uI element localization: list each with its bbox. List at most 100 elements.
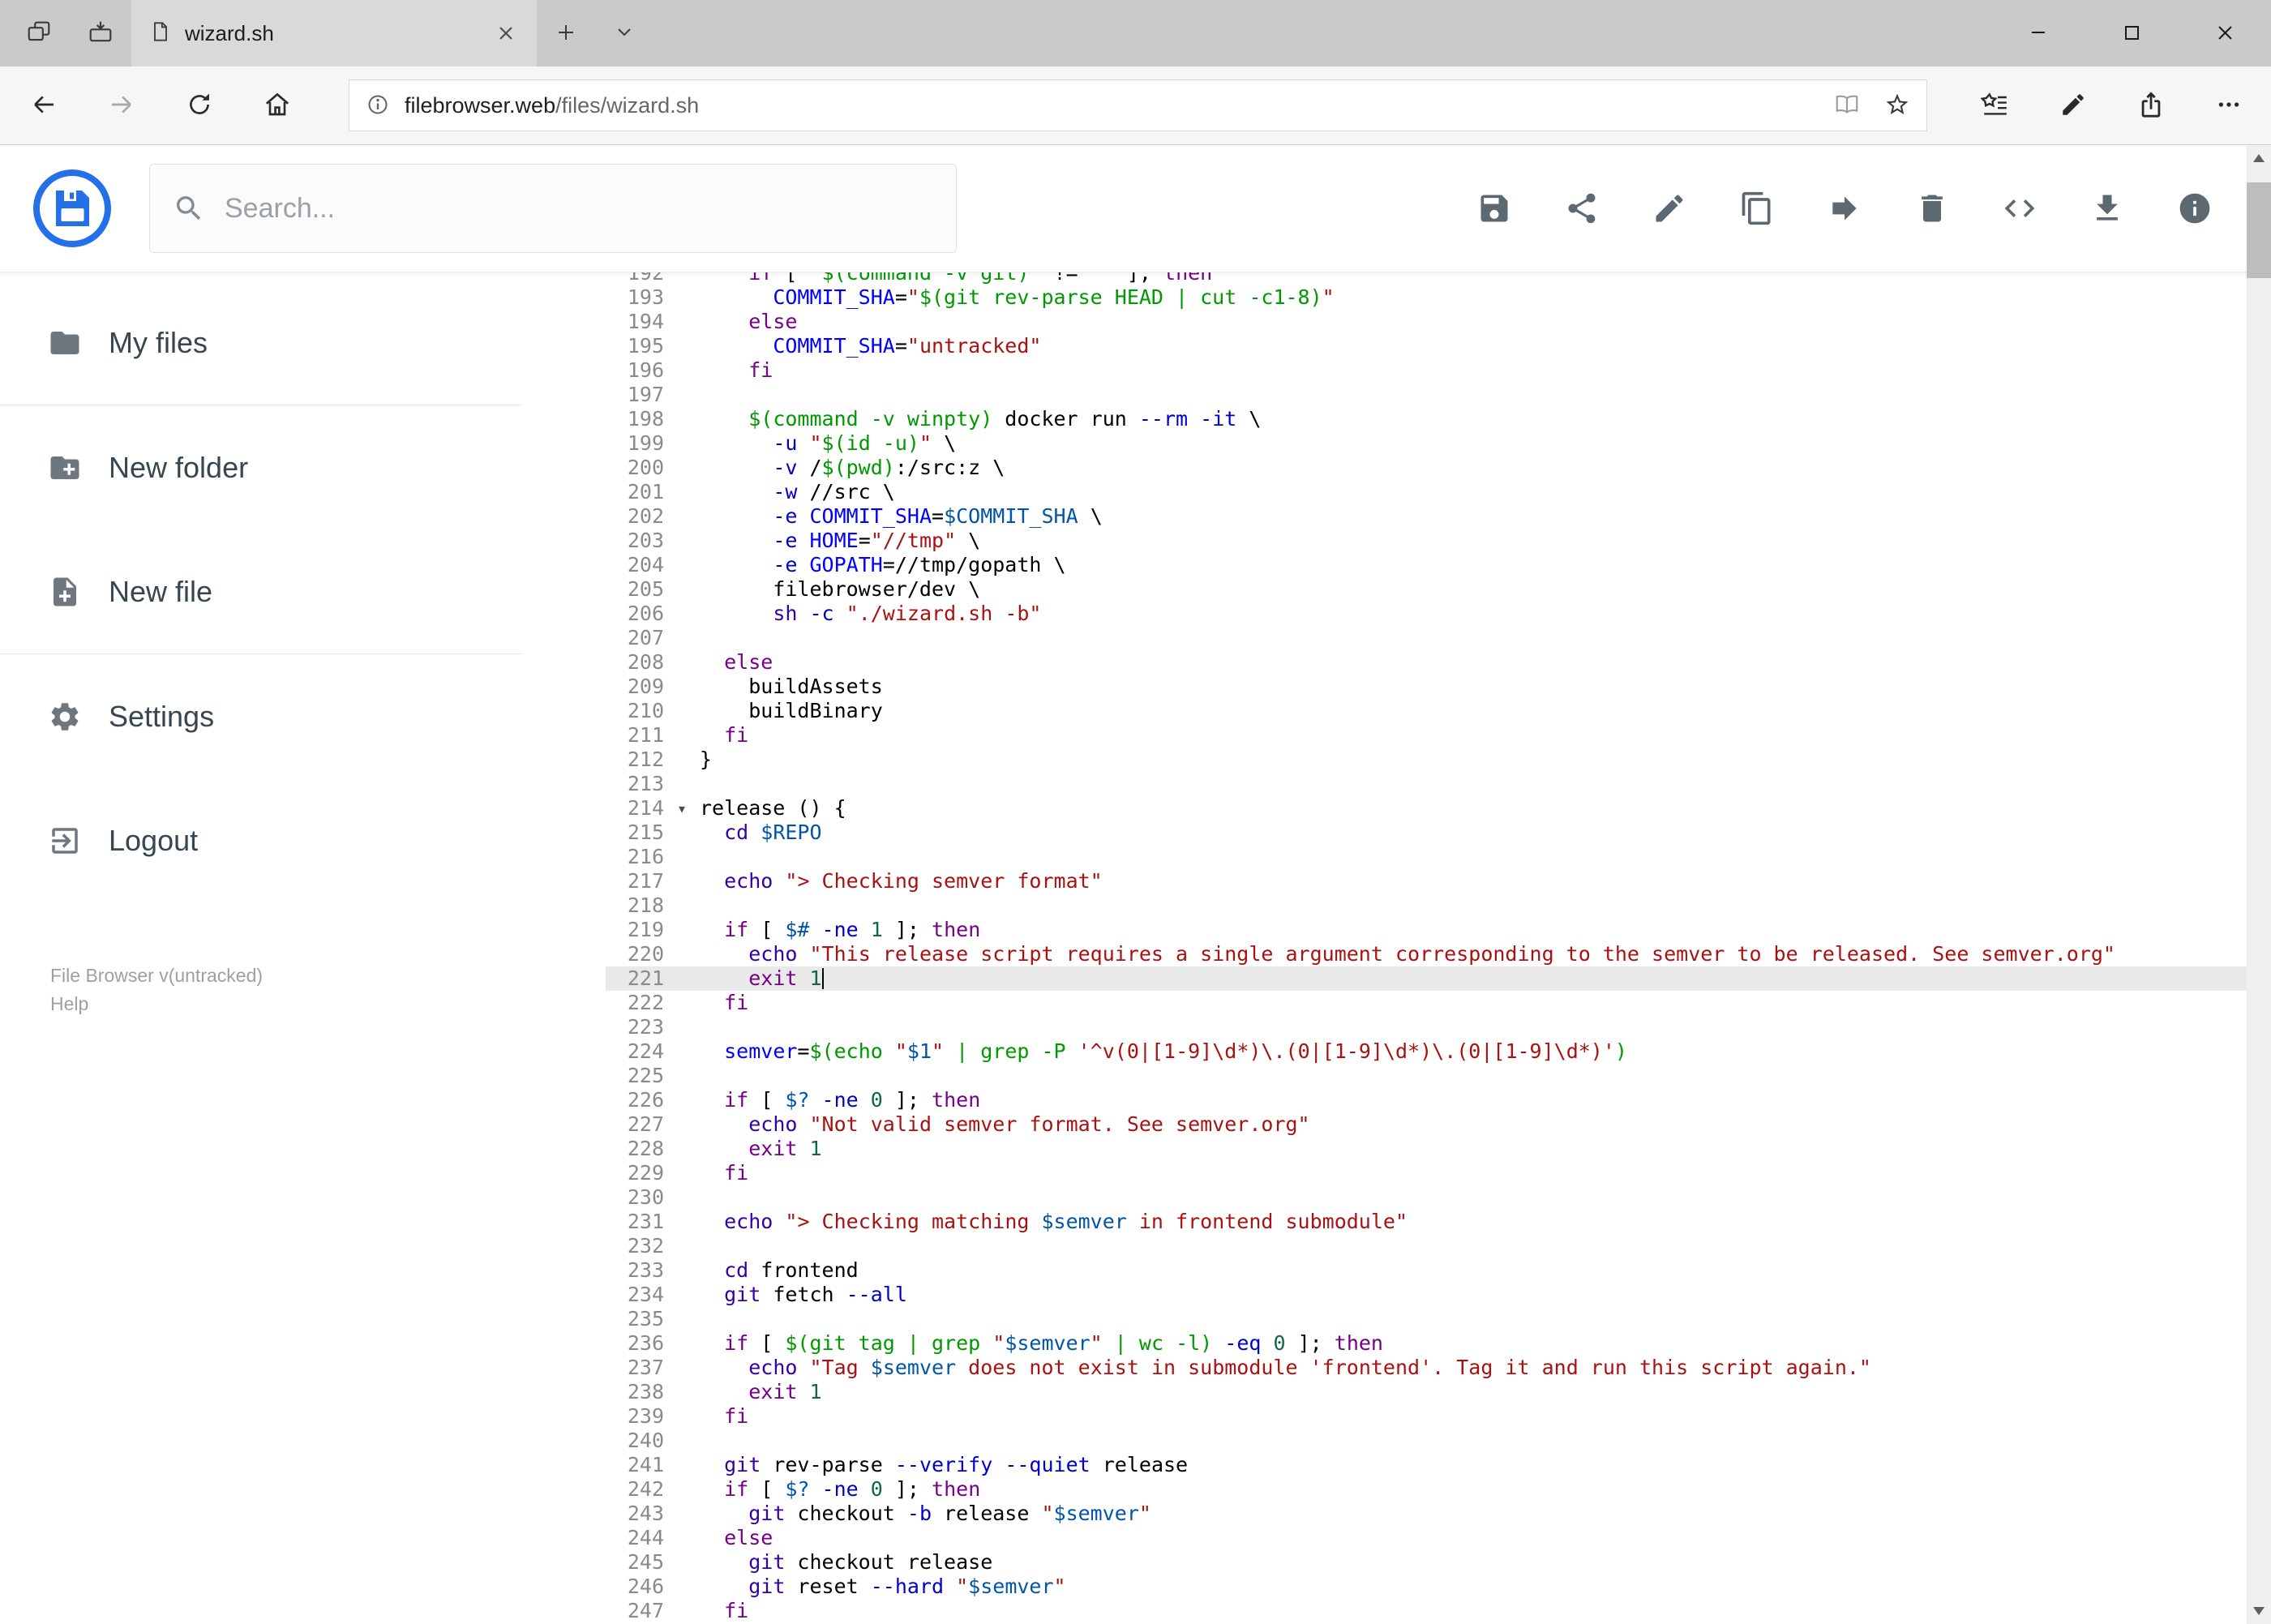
code-line[interactable]: 233 cd frontend <box>606 1258 2271 1283</box>
code-line[interactable]: 229 fi <box>606 1161 2271 1185</box>
sidebar-item-new-folder[interactable]: New folder <box>0 405 606 529</box>
tab-preview-toggle-button[interactable] <box>595 0 653 66</box>
code-line[interactable]: 212} <box>606 748 2271 772</box>
hub-button[interactable] <box>1956 66 2034 144</box>
code-line[interactable]: 219 if [ $# -ne 1 ]; then <box>606 918 2271 942</box>
code-line[interactable]: 208 else <box>606 650 2271 675</box>
share-button[interactable] <box>1564 191 1600 226</box>
code-line[interactable]: 240 <box>606 1429 2271 1453</box>
back-button[interactable] <box>5 66 83 144</box>
forward-button[interactable] <box>83 66 161 144</box>
code-line[interactable]: 236 if [ $(git tag | grep "$semver" | wc… <box>606 1331 2271 1356</box>
code-line[interactable]: 237 echo "Tag $semver does not exist in … <box>606 1356 2271 1380</box>
code-line[interactable]: 244 else <box>606 1526 2271 1550</box>
code-line[interactable]: 238 exit 1 <box>606 1380 2271 1404</box>
code-line[interactable]: 245 git checkout release <box>606 1550 2271 1575</box>
sidebar-item-settings[interactable]: Settings <box>0 654 606 778</box>
code-line[interactable]: 214 ▾ release () { <box>606 796 2271 821</box>
refresh-button[interactable] <box>161 66 238 144</box>
code-line[interactable]: 207 <box>606 626 2271 650</box>
download-button[interactable] <box>2089 191 2125 226</box>
rename-button[interactable] <box>1652 191 1687 226</box>
code-line[interactable]: 246 git reset --hard "$semver" <box>606 1575 2271 1599</box>
code-line[interactable]: 213 <box>606 772 2271 796</box>
code-line[interactable]: 196 fi <box>606 358 2271 383</box>
sidebar-item-new-file[interactable]: New file <box>0 529 606 653</box>
code-line[interactable]: 231 echo "> Checking matching $semver in… <box>606 1210 2271 1234</box>
new-tab-button[interactable] <box>537 0 595 66</box>
code-line[interactable]: 218 <box>606 893 2271 918</box>
code-line[interactable]: 199 -u "$(id -u)" \ <box>606 431 2271 456</box>
more-button[interactable] <box>2190 66 2268 144</box>
code-line[interactable]: 222 fi <box>606 991 2271 1015</box>
window-maximize-button[interactable] <box>2085 0 2178 66</box>
info-button[interactable] <box>2177 191 2213 226</box>
code-line[interactable]: 200 -v /$(pwd):/src:z \ <box>606 456 2271 480</box>
code-line[interactable]: 220 echo "This release script requires a… <box>606 942 2271 966</box>
show-set-aside-tabs-button[interactable] <box>70 0 131 66</box>
save-button[interactable] <box>1476 191 1512 226</box>
code-line[interactable]: 226 if [ $? -ne 0 ]; then <box>606 1088 2271 1112</box>
scrollbar-thumb[interactable] <box>2247 182 2271 278</box>
view-raw-button[interactable] <box>2002 191 2037 226</box>
code-line[interactable]: 211 fi <box>606 723 2271 748</box>
code-line[interactable]: 201 -w //src \ <box>606 480 2271 504</box>
file-browser-logo[interactable] <box>32 168 113 249</box>
code-line[interactable]: 227 echo "Not valid semver format. See s… <box>606 1112 2271 1137</box>
help-link[interactable]: Help <box>50 993 88 1014</box>
set-tabs-aside-button[interactable] <box>8 0 70 66</box>
delete-button[interactable] <box>1914 191 1950 226</box>
add-favorite-button[interactable] <box>1884 92 1910 120</box>
code-line[interactable]: 242 if [ $? -ne 0 ]; then <box>606 1477 2271 1502</box>
code-line[interactable]: 206 sh -c "./wizard.sh -b" <box>606 602 2271 626</box>
code-line[interactable]: 202 -e COMMIT_SHA=$COMMIT_SHA \ <box>606 504 2271 529</box>
code-line[interactable]: 224 semver=$(echo "$1" | grep -P '^v(0|[… <box>606 1039 2271 1064</box>
code-line[interactable]: 198 $(command -v winpty) docker run --rm… <box>606 407 2271 431</box>
code-line[interactable]: 217 echo "> Checking semver format" <box>606 869 2271 893</box>
code-line[interactable]: 241 git rev-parse --verify --quiet relea… <box>606 1453 2271 1477</box>
code-line[interactable]: 230 <box>606 1185 2271 1210</box>
site-info-button[interactable] <box>366 92 390 119</box>
window-minimize-button[interactable] <box>1991 0 2085 66</box>
code-line[interactable]: 197 <box>606 383 2271 407</box>
code-line[interactable]: 234 git fetch --all <box>606 1283 2271 1307</box>
vertical-scrollbar[interactable] <box>2247 145 2271 1624</box>
search-box[interactable] <box>149 164 957 253</box>
code-line[interactable]: 232 <box>606 1234 2271 1258</box>
reading-view-button[interactable] <box>1834 92 1860 120</box>
code-line[interactable]: 204 -e GOPATH=//tmp/gopath \ <box>606 553 2271 577</box>
scroll-down-button[interactable] <box>2247 1598 2271 1624</box>
code-line[interactable]: 221 exit 1 <box>606 966 2271 991</box>
code-line[interactable]: 225 <box>606 1064 2271 1088</box>
code-line[interactable]: 243 git checkout -b release "$semver" <box>606 1502 2271 1526</box>
code-line[interactable]: 203 -e HOME="//tmp" \ <box>606 529 2271 553</box>
code-line[interactable]: 205 filebrowser/dev \ <box>606 577 2271 602</box>
address-bar[interactable]: filebrowser.web/files/wizard.sh <box>349 79 1927 131</box>
copy-button[interactable] <box>1739 191 1775 226</box>
window-close-button[interactable] <box>2178 0 2271 66</box>
fold-marker-icon[interactable]: ▾ <box>664 796 700 821</box>
home-button[interactable] <box>238 66 316 144</box>
code-line[interactable]: 235 <box>606 1307 2271 1331</box>
code-line[interactable]: 228 exit 1 <box>606 1137 2271 1161</box>
code-editor[interactable]: 192 if [ "$(command -v git)" != "" ]; th… <box>606 272 2271 1624</box>
code-line[interactable]: 215 cd $REPO <box>606 821 2271 845</box>
move-button[interactable] <box>1827 191 1862 226</box>
code-line[interactable]: 239 fi <box>606 1404 2271 1429</box>
sidebar-item-logout[interactable]: Logout <box>0 778 606 902</box>
sidebar-item-my-files[interactable]: My files <box>0 281 606 405</box>
browser-tab[interactable]: wizard.sh <box>131 0 537 66</box>
tab-close-button[interactable] <box>488 15 524 51</box>
code-line[interactable]: 210 buildBinary <box>606 699 2271 723</box>
code-line[interactable]: 194 else <box>606 310 2271 334</box>
code-line[interactable]: 195 COMMIT_SHA="untracked" <box>606 334 2271 358</box>
scroll-up-button[interactable] <box>2247 145 2271 171</box>
code-line[interactable]: 247 fi <box>606 1599 2271 1623</box>
code-line[interactable]: 209 buildAssets <box>606 675 2271 699</box>
code-line[interactable]: 193 COMMIT_SHA="$(git rev-parse HEAD | c… <box>606 285 2271 310</box>
code-line[interactable]: 223 <box>606 1015 2271 1039</box>
code-line[interactable]: 192 if [ "$(command -v git)" != "" ]; th… <box>606 272 2271 285</box>
annotate-button[interactable] <box>2034 66 2112 144</box>
search-input[interactable] <box>225 192 889 225</box>
scrollbar-track[interactable] <box>2247 171 2271 1598</box>
